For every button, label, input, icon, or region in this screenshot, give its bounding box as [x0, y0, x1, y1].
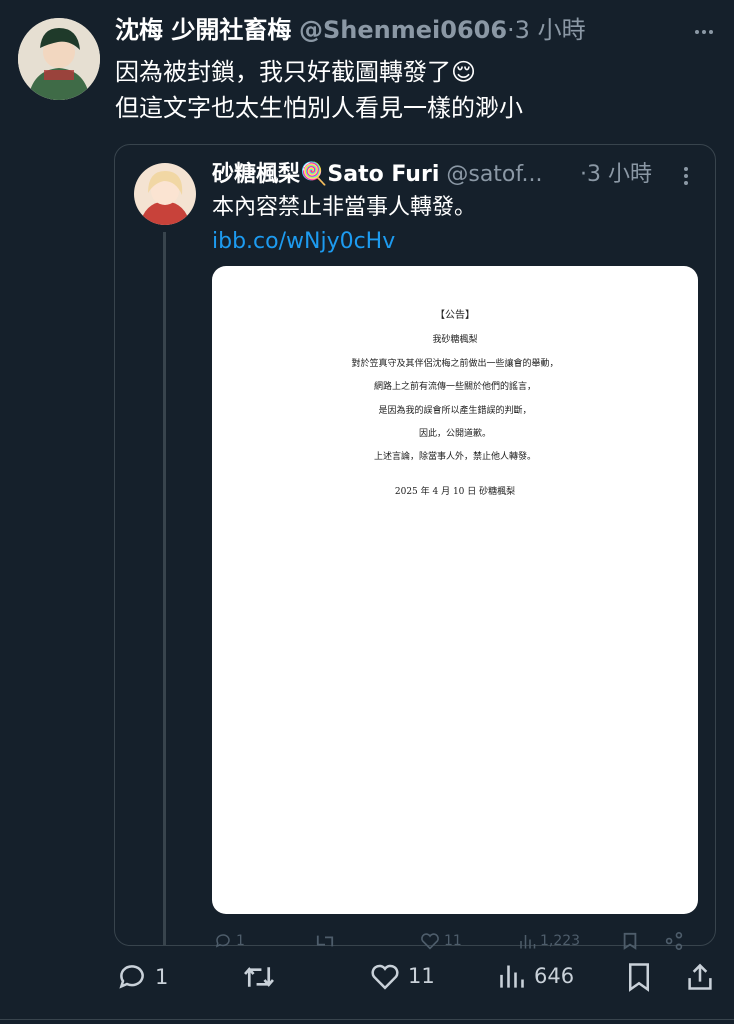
author-avatar-image [18, 18, 100, 100]
quoted-like-stat: 11 [420, 932, 462, 950]
quoted-link[interactable]: ibb.co/wNjy0cHv [212, 226, 395, 258]
thread-line [163, 232, 166, 946]
share-button[interactable] [686, 962, 714, 992]
share-icon [688, 963, 712, 990]
doc-date: 2025 年 4 月 10 日 砂糖楓梨 [394, 487, 516, 497]
tweet-timestamp[interactable]: ·3 小時 [507, 16, 586, 44]
doc-line-4: 是因為我的誤會所以產生錯誤的判斷， [378, 406, 532, 416]
retweet-icon [244, 967, 274, 987]
views-button[interactable]: 646 [498, 962, 574, 990]
quoted-more-options-icon[interactable] [674, 164, 698, 188]
doc-line-3: 網路上之前有流傳一些關於他們的謠言， [373, 382, 536, 392]
quoted-like-icon [421, 933, 439, 950]
quoted-like-count: 11 [444, 933, 462, 949]
reply-button[interactable]: 1 [117, 962, 168, 992]
doc-title: 【公告】 [435, 310, 475, 321]
quoted-image-document[interactable]: 【公告】 我砂糖楓梨 對於笠真守及其伴侶沈梅之前做出一些讓會的舉動， 網路上之前… [212, 266, 698, 914]
doc-line-5: 因此，公開道歉。 [418, 429, 491, 439]
author-handle[interactable]: @Shenmei0606 [299, 16, 507, 44]
quoted-reply-icon [215, 934, 230, 948]
tweet-text-line-1: 因為被封鎖，我只好截圖轉發了😌 [115, 58, 477, 86]
tweet-text-line-2: 但這文字也太生怕別人看見一樣的渺小 [115, 94, 523, 122]
quoted-header: 砂糖楓梨🍭Sato Furi @satof... [212, 160, 592, 190]
reply-icon [119, 965, 144, 989]
quoted-reply-stat: 1 [214, 932, 245, 950]
quoted-share-icon [664, 932, 684, 954]
quoted-views-stat: 1,223 [518, 932, 580, 950]
quoted-author-avatar[interactable] [134, 163, 196, 225]
bookmark-icon [629, 963, 649, 992]
bookmark-button[interactable] [627, 962, 651, 992]
quoted-display-name[interactable]: 砂糖楓梨🍭Sato Furi [212, 162, 439, 187]
views-icon [500, 965, 524, 988]
quoted-reply-count: 1 [236, 933, 245, 949]
quoted-timestamp[interactable]: ·3 小時 [580, 160, 652, 190]
doc-line-2: 對於笠真守及其伴侶沈梅之前做出一些讓會的舉動， [351, 359, 559, 369]
bottom-divider [0, 1019, 734, 1020]
quoted-retweet-icon [314, 932, 336, 954]
like-icon [371, 964, 399, 990]
author-display-name[interactable]: 沈梅 少開社畜梅 [115, 16, 291, 44]
tweet-text: 因為被封鎖，我只好截圖轉發了😌 但這文字也太生怕別人看見一樣的渺小 [115, 54, 715, 126]
doc-line-1: 我砂糖楓梨 [432, 335, 478, 345]
quoted-text: 本內容禁止非當事人轉發。 [212, 195, 477, 220]
doc-line-6: 上述言論，除當事人外，禁止他人轉發。 [373, 452, 536, 462]
reply-count: 1 [155, 965, 169, 989]
quoted-views-count: 1,223 [540, 933, 581, 949]
retweet-button[interactable] [242, 962, 276, 992]
quoted-bookmark-icon [622, 932, 638, 954]
like-count: 11 [408, 964, 435, 988]
quoted-avatar-image [134, 163, 196, 225]
tweet-header: 沈梅 少開社畜梅 @Shenmei0606·3 小時 [115, 13, 675, 47]
like-button[interactable]: 11 [370, 962, 435, 990]
more-options-icon[interactable] [692, 20, 716, 44]
author-avatar[interactable] [18, 18, 100, 100]
quoted-handle[interactable]: @satof... [446, 162, 542, 187]
quoted-views-icon [520, 935, 536, 949]
views-count: 646 [534, 964, 575, 988]
